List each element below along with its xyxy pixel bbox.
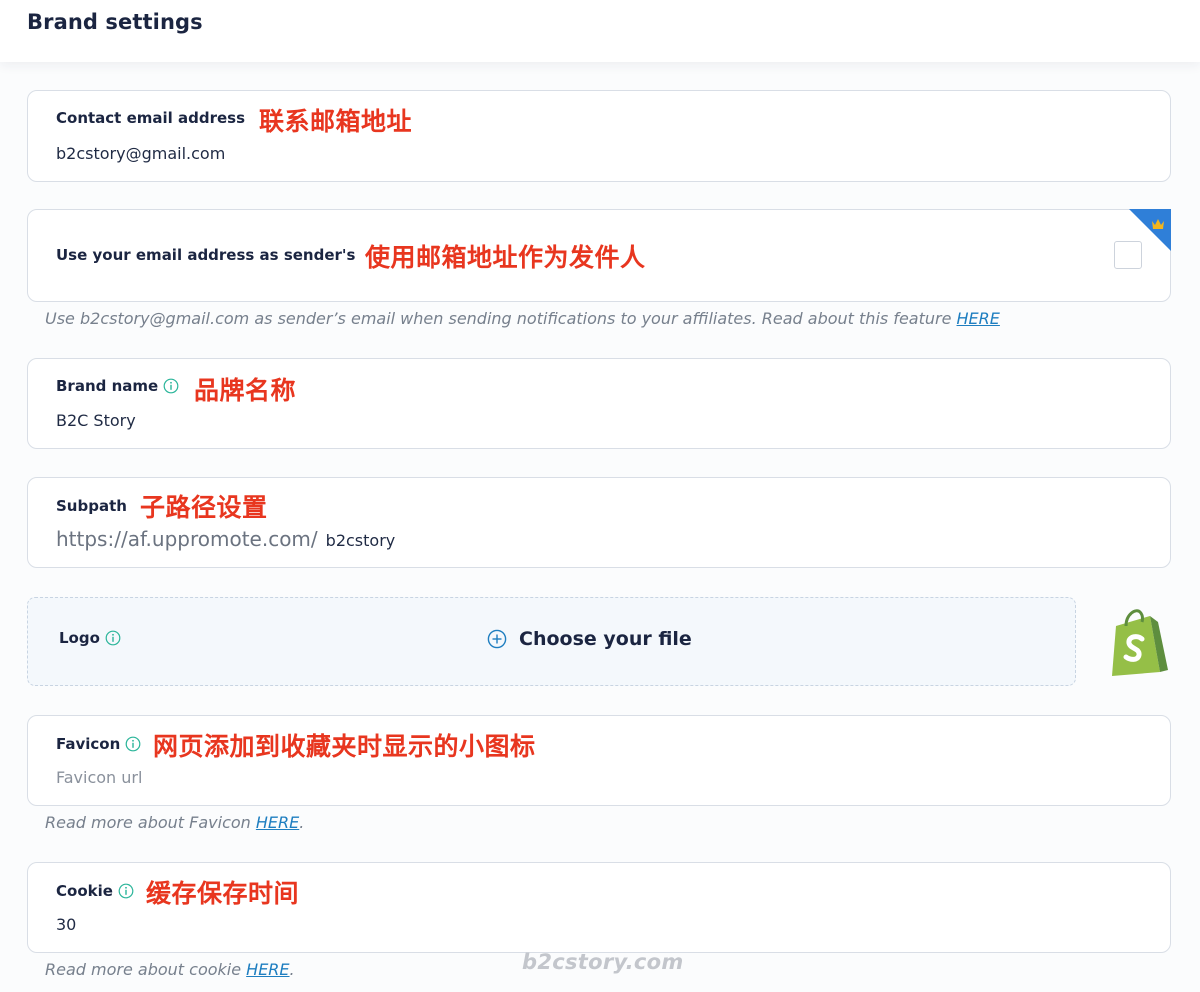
contact-email-annotation: 联系邮箱地址 [259,107,413,136]
brand-name-card: Brand name 品牌名称 B2C Story [27,358,1171,449]
favicon-hint-suffix: . [299,813,305,832]
sender-email-label: Use your email address as sender's [56,246,355,264]
info-icon[interactable] [163,378,179,394]
cookie-hint: Read more about cookie HERE. [45,960,295,979]
subpath-annotation: 子路径设置 [140,493,268,522]
sender-email-hint: Use b2cstory@gmail.com as sender’s email… [45,309,1000,328]
subpath-card: Subpath 子路径设置 https://af.uppromote.com/b… [27,477,1171,568]
cookie-input[interactable]: 30 [56,915,76,934]
logo-upload-zone[interactable]: Logo Choose your file [27,597,1076,686]
cookie-hint-text: Read more about cookie [45,960,247,979]
logo-label-text: Logo [59,629,100,647]
sender-email-label-text: Use your email address as sender's [56,246,356,264]
favicon-hint: Read more about Favicon HERE. [45,813,304,832]
contact-email-card: Contact email address 联系邮箱地址 b2cstory@gm… [27,90,1171,182]
subpath-label-text: Subpath [56,497,127,515]
favicon-annotation: 网页添加到收藏夹时显示的小图标 [153,732,536,761]
sender-email-annotation: 使用邮箱地址作为发件人 [365,243,646,272]
plus-circle-icon [487,629,507,649]
cookie-card: Cookie 缓存保存时间 30 [27,862,1171,953]
subpath-input[interactable]: b2cstory [326,531,396,550]
shopify-icon [1112,609,1168,676]
cookie-label-text: Cookie [56,882,113,900]
contact-email-label: Contact email address [56,109,245,127]
watermark: b2cstory.com [522,950,684,974]
brand-name-value[interactable]: B2C Story [56,411,136,430]
brand-name-label-text: Brand name [56,377,159,395]
favicon-card: Favicon 网页添加到收藏夹时显示的小图标 Favicon url [27,715,1171,806]
brand-name-label: Brand name [56,377,179,395]
contact-email-value[interactable]: b2cstory@gmail.com [56,144,225,163]
info-icon[interactable] [118,883,134,899]
contact-email-label-text: Contact email address [56,109,246,127]
cookie-hint-suffix: . [289,960,295,979]
page-title: Brand settings [27,10,203,34]
info-icon[interactable] [125,736,141,752]
favicon-input[interactable]: Favicon url [56,768,142,787]
choose-file-label: Choose your file [519,628,692,650]
choose-file-button[interactable]: Choose your file [487,628,692,650]
subpath-label: Subpath [56,497,127,515]
brand-name-annotation: 品牌名称 [194,376,297,405]
cookie-annotation: 缓存保存时间 [146,879,300,908]
cookie-label: Cookie [56,882,134,900]
sender-email-hint-link[interactable]: HERE [957,309,1000,328]
favicon-hint-link[interactable]: HERE [256,813,299,832]
subpath-prefix: https://af.uppromote.com/ [56,527,318,551]
favicon-label: Favicon [56,735,141,753]
info-icon[interactable] [105,630,121,646]
cookie-hint-link[interactable]: HERE [246,960,289,979]
sender-email-card: Use your email address as sender's 使用邮箱地… [27,209,1171,302]
header-bar: Brand settings [0,0,1200,62]
favicon-hint-text: Read more about Favicon [45,813,256,832]
logo-label: Logo [59,629,121,647]
sender-email-hint-text: Use b2cstory@gmail.com as sender’s email… [45,309,957,328]
favicon-label-text: Favicon [56,735,121,753]
premium-crown-icon [1129,209,1171,251]
subpath-field: https://af.uppromote.com/b2cstory [56,527,395,551]
